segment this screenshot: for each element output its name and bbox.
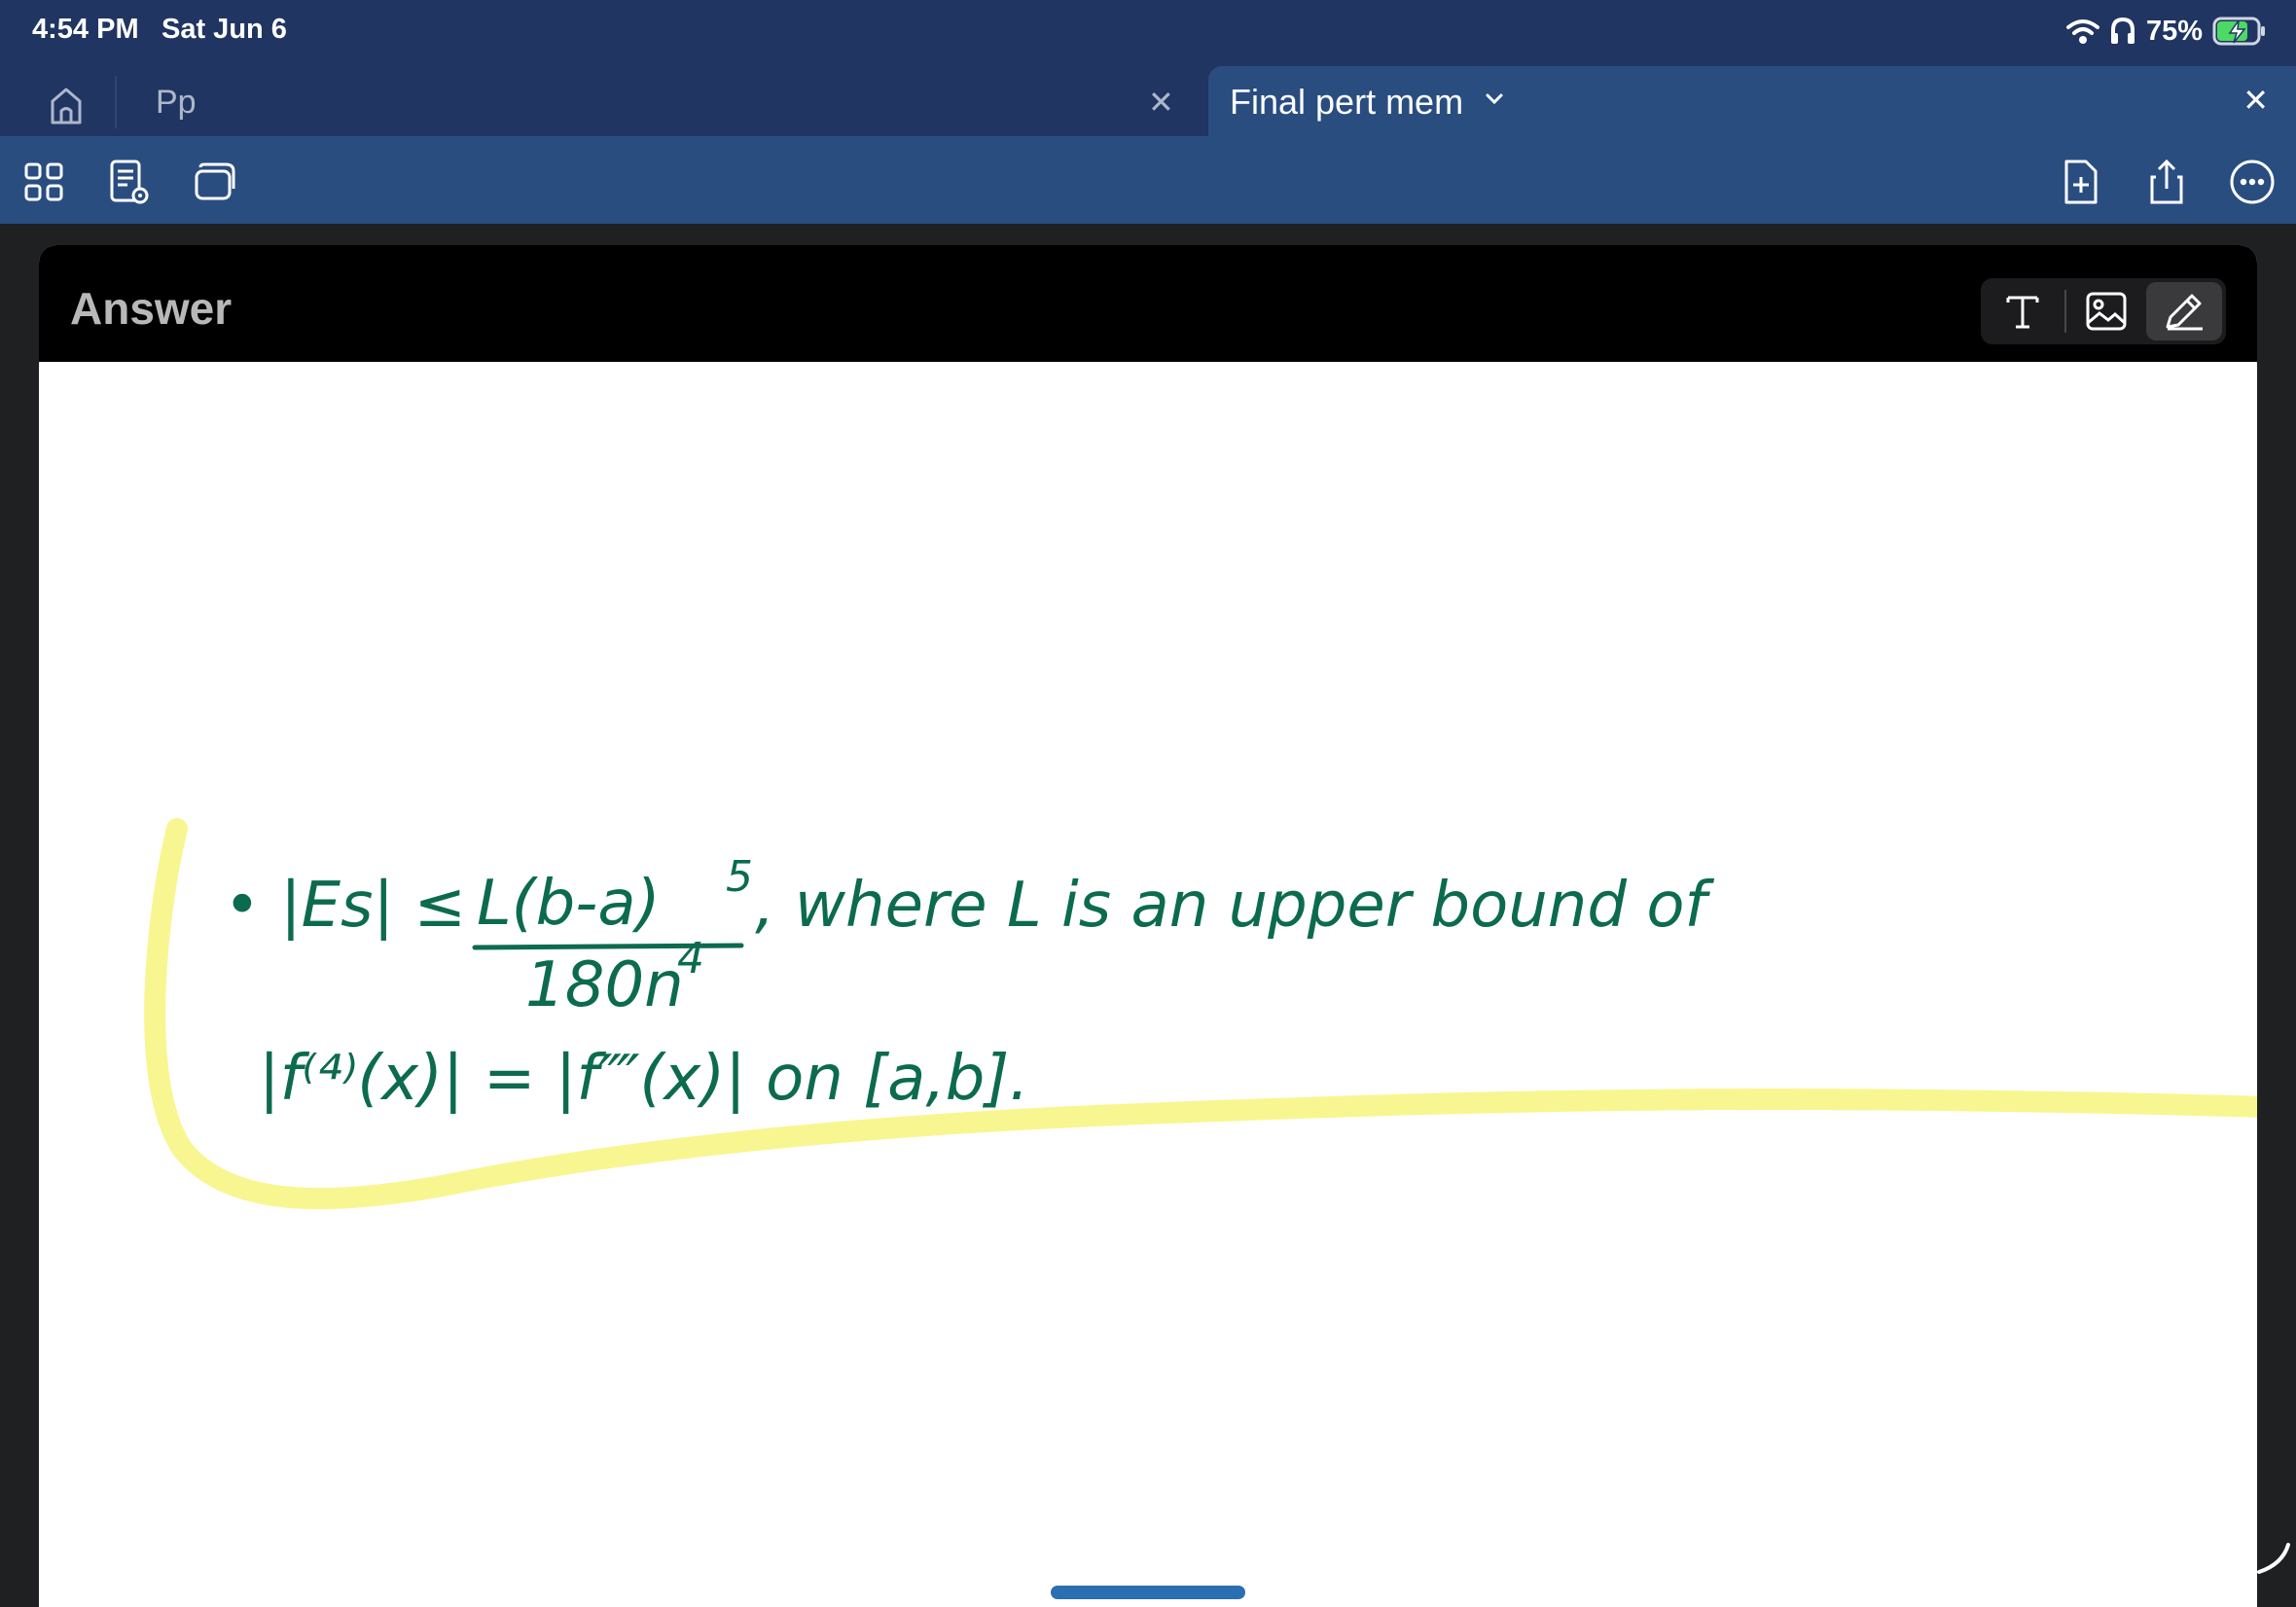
corner-resize-mark (2257, 1543, 2290, 1574)
status-indicators: 75% (2065, 12, 2267, 51)
pen-mode-button[interactable] (2146, 282, 2222, 340)
wifi-icon (2065, 19, 2099, 44)
chevron-down-icon[interactable] (1481, 86, 1508, 113)
cards-icon[interactable] (187, 156, 239, 208)
image-tool-icon (2086, 292, 2127, 331)
home-indicator[interactable] (1051, 1586, 1245, 1599)
status-date: Sat Jun 6 (161, 14, 287, 45)
tab-pp-close-icon[interactable]: ✕ (1148, 84, 1174, 121)
text-tool-icon (2006, 296, 2039, 329)
tab-bar: Pp ✕ Final pert mem ✕ (0, 66, 2296, 136)
share-icon[interactable] (2140, 156, 2193, 208)
line1-suffix: , where L is an upper bound of (755, 870, 1714, 942)
mode-selector (1981, 278, 2226, 344)
more-icon[interactable] (2226, 156, 2278, 208)
handwriting-canvas[interactable]: • |Es| ≤ L(b-a) 5 , where L is an upper … (39, 362, 2257, 1607)
status-bar: 4:54 PM Sat Jun 6 75% (0, 0, 2296, 66)
card-title: Answer (70, 283, 233, 334)
battery-percentage: 75% (2145, 15, 2203, 47)
fraction-bar (472, 943, 744, 950)
line1-prefix: • |Es| ≤ (224, 870, 466, 942)
tab-final-pert-mem-label: Final pert mem (1230, 82, 1464, 122)
home-icon[interactable] (39, 80, 93, 128)
line2-text: |f⁽⁴⁾(x)| = |f⁗(x)| on [a,b]. (259, 1043, 1029, 1115)
image-mode-button[interactable] (2068, 282, 2144, 340)
tab-pp[interactable]: Pp (156, 84, 197, 122)
toolbar (0, 136, 2296, 224)
fraction-denominator: 180n (525, 949, 684, 1021)
card-header: Answer (39, 245, 2257, 362)
tab-final-close-icon[interactable]: ✕ (2242, 82, 2269, 119)
grid-view-icon[interactable] (18, 156, 70, 208)
tab-separator (115, 76, 117, 128)
fraction-exponent: 5 (726, 852, 753, 902)
answer-card: Answer • |Es| ≤ L(b-a) 5 , where L is an… (39, 245, 2257, 1607)
fraction-numerator: L(b-a) (477, 868, 661, 940)
new-page-icon[interactable] (2055, 156, 2107, 208)
denominator-exponent: 4 (677, 934, 704, 983)
headphones-icon (2110, 17, 2135, 44)
battery-charging-icon (2212, 17, 2265, 46)
tab-final-pert-mem[interactable]: Final pert mem ✕ (1208, 66, 2296, 136)
status-time: 4:54 PM (32, 14, 139, 45)
mode-divider (2064, 290, 2066, 333)
pen-tool-icon (2166, 294, 2203, 331)
text-mode-button[interactable] (1985, 282, 2061, 340)
document-preview-icon[interactable] (101, 156, 154, 208)
